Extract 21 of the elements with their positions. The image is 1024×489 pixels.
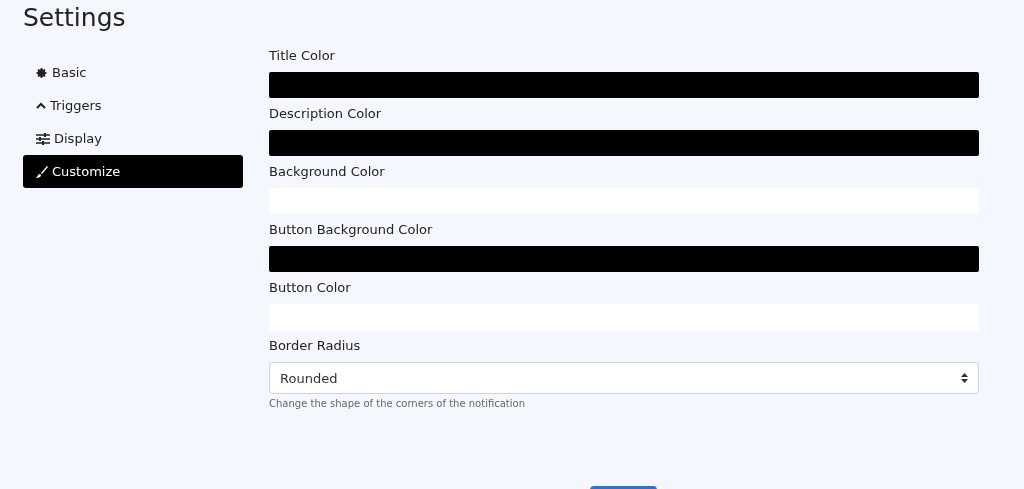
sidebar-item[interactable]: Basic	[23, 56, 243, 89]
gear-icon	[36, 66, 48, 79]
field-label: Button Background Color	[269, 221, 434, 239]
select-field[interactable]: Rounded	[269, 362, 979, 394]
sidebar-item[interactable]: Triggers	[23, 89, 243, 122]
color-field[interactable]	[269, 72, 979, 98]
sort-icon	[961, 373, 968, 383]
field-label: Button Color	[269, 279, 352, 297]
field-label: Border Radius	[269, 337, 362, 355]
sliders-icon	[36, 132, 50, 145]
sidebar-item[interactable]: Display	[23, 122, 243, 155]
brush-icon	[36, 165, 48, 178]
page-title: Settings	[22, 2, 127, 34]
help-text: Change the shape of the corners of the notification	[269, 398, 526, 409]
field-label: Description Color	[269, 105, 383, 123]
color-field[interactable]	[269, 246, 979, 272]
field-label: Background Color	[269, 163, 386, 181]
caret-icon	[36, 101, 46, 110]
field-label: Title Color	[269, 47, 336, 65]
sidebar-item[interactable]: Customize	[23, 155, 243, 188]
color-field[interactable]	[269, 130, 979, 156]
